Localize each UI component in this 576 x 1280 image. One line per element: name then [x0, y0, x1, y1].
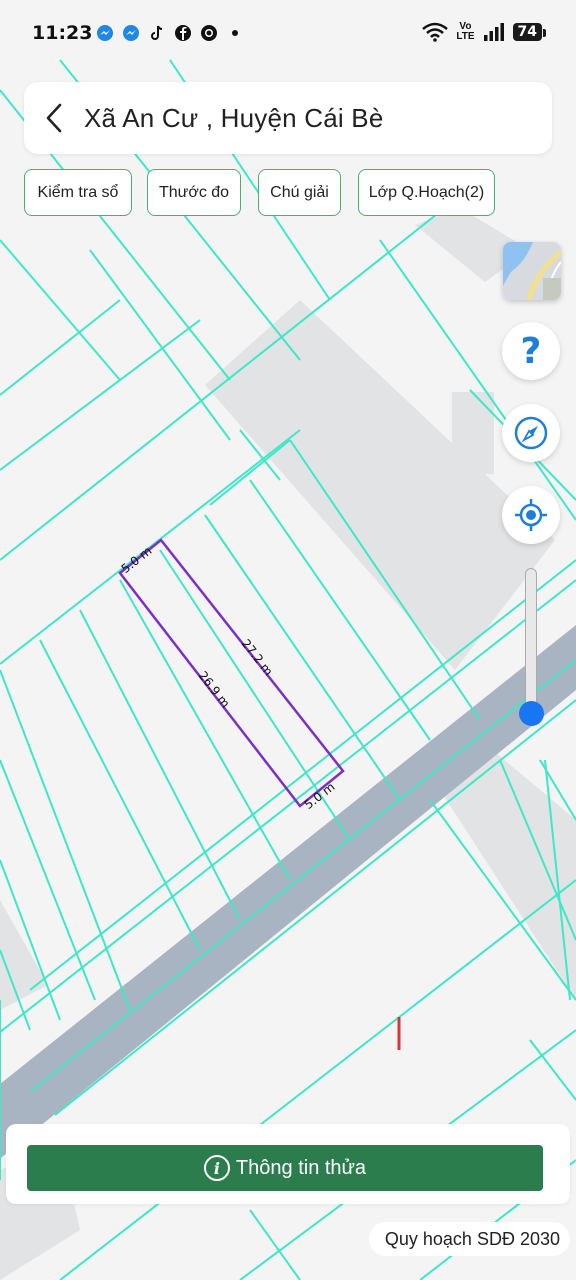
- legend-button[interactable]: Chú giải: [258, 169, 341, 216]
- facebook-icon: [175, 25, 191, 41]
- status-time: 11:23: [32, 22, 93, 44]
- messenger-icon: [97, 25, 113, 41]
- battery-indicator: 74: [512, 23, 547, 41]
- my-location-button[interactable]: [502, 486, 560, 544]
- my-location-icon: [515, 499, 547, 531]
- parcel-info-button[interactable]: i Thông tin thửa: [27, 1145, 543, 1191]
- messenger-icon: [123, 25, 139, 41]
- map-layer-button[interactable]: [503, 242, 561, 300]
- planning-layer-label[interactable]: Quy hoạch SDĐ 2030: [368, 1222, 570, 1256]
- compass-button[interactable]: [502, 404, 560, 462]
- status-bar: 11:23 Vo LTE 74: [0, 0, 576, 68]
- building-block: [452, 392, 494, 474]
- signal-icon: [483, 23, 504, 41]
- volte-indicator: Vo LTE: [456, 21, 475, 42]
- tiktok-icon: [151, 25, 163, 40]
- map-layer-icon: [503, 242, 561, 300]
- help-button[interactable]: ?: [502, 322, 560, 380]
- bottom-panel: i Thông tin thửa: [6, 1124, 570, 1204]
- chevron-left-icon: [46, 103, 62, 133]
- planning-layer-button[interactable]: Lớp Q.Hoạch(2): [358, 169, 495, 216]
- compass-icon: [514, 416, 548, 450]
- chrome-icon: [201, 25, 217, 41]
- parcel-info-label: Thông tin thửa: [235, 1156, 367, 1179]
- status-right: Vo LTE 74: [422, 21, 547, 42]
- zoom-slider-track[interactable]: [525, 568, 537, 718]
- notification-icons: [96, 24, 244, 42]
- dot-icon: [232, 30, 238, 36]
- wifi-icon: [422, 22, 449, 42]
- measure-button[interactable]: Thước đo: [147, 169, 241, 216]
- header-bar: Xã An Cư , Huyện Cái Bè: [24, 82, 552, 154]
- back-button[interactable]: [24, 82, 84, 154]
- zoom-slider-knob[interactable]: [519, 701, 544, 726]
- help-icon: ?: [520, 330, 542, 372]
- info-icon: i: [203, 1155, 230, 1181]
- page-title: Xã An Cư , Huyện Cái Bè: [84, 102, 384, 133]
- check-book-button[interactable]: Kiểm tra sổ: [24, 169, 132, 216]
